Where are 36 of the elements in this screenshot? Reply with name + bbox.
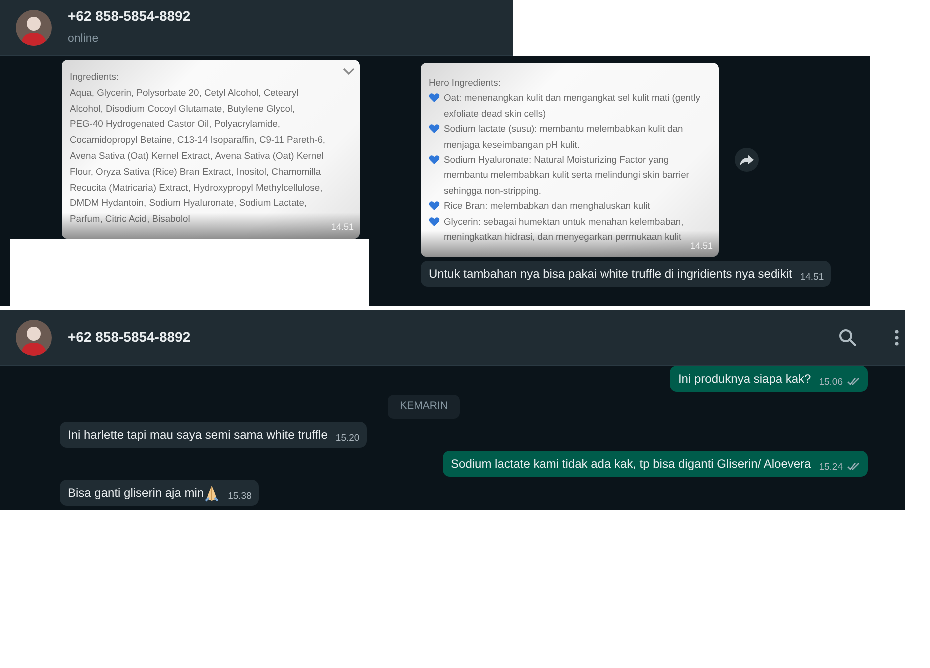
message-time: 14.51 [800,271,824,286]
heart-icon [429,216,440,227]
ingredients-heading: Ingredients: [70,70,119,84]
forward-button[interactable] [735,148,759,172]
forward-arrow-icon [740,154,754,166]
avatar[interactable] [16,10,52,46]
message-text: Ini produknya siapa kak? [678,371,812,388]
hero-item-text: Sodium Hyaluronate: Natural Moisturizing Factor yang membantu melembabkan kulit serta melindungi skin barrier sehingga non-stripping. [444,153,690,198]
search-icon[interactable] [839,328,857,346]
hero-item-text: Sodium lactate (susu): membantu melembabkan kulit dan menjaga keseimbangan pH kulit. [444,122,684,152]
message-time: 15.06 [819,376,843,390]
praying-hands-icon [204,484,220,502]
message-time: 15.24 [819,460,843,474]
heart-icon [429,124,440,134]
message-time: 15.20 [336,432,360,446]
chevron-down-icon [343,68,355,76]
hero-item-text: Oat: menenangkan kulit dan mengangkat sel kulit mati (gently exfoliate dead skin cells) [444,91,702,121]
hero-item-text: Glycerin: sebagai humektan untuk menahan kelembaban, meningkatkan hidrasi, dan menyegarkan permukaan kulit [444,214,685,244]
heart-icon [429,93,440,104]
heart-icon [429,201,440,212]
menu-icon[interactable] [895,330,899,346]
message-text: Sodium lactate kami tidak ada kak, tp bisa diganti Gliserin/ Aloevera [451,456,812,473]
date-label: KEMARIN [388,395,460,419]
message-text: Untuk tambahan nya bisa pakai white truffle di ingridients nya sedikit [429,266,792,284]
message-text: Bisa ganti gliserin aja min [68,484,204,502]
contact-name: +62 858-5854-8892 [68,328,191,347]
message-time: 14.51 [690,240,713,254]
hero-item-text: Rice Bran: melembabkan dan menghaluskan kulit [444,199,650,214]
heart-icon [429,155,440,166]
contact-status: online [68,32,100,48]
hero-heading: Hero Ingredients: [429,76,502,90]
message-time: 14.51 [331,221,354,234]
avatar[interactable] [16,320,52,356]
contact-name: +62 858-5854-8892 [68,7,191,26]
message-time: 15.38 [228,490,252,504]
message-text: Ini harlette tapi mau saya semi sama white truffle [68,426,328,444]
